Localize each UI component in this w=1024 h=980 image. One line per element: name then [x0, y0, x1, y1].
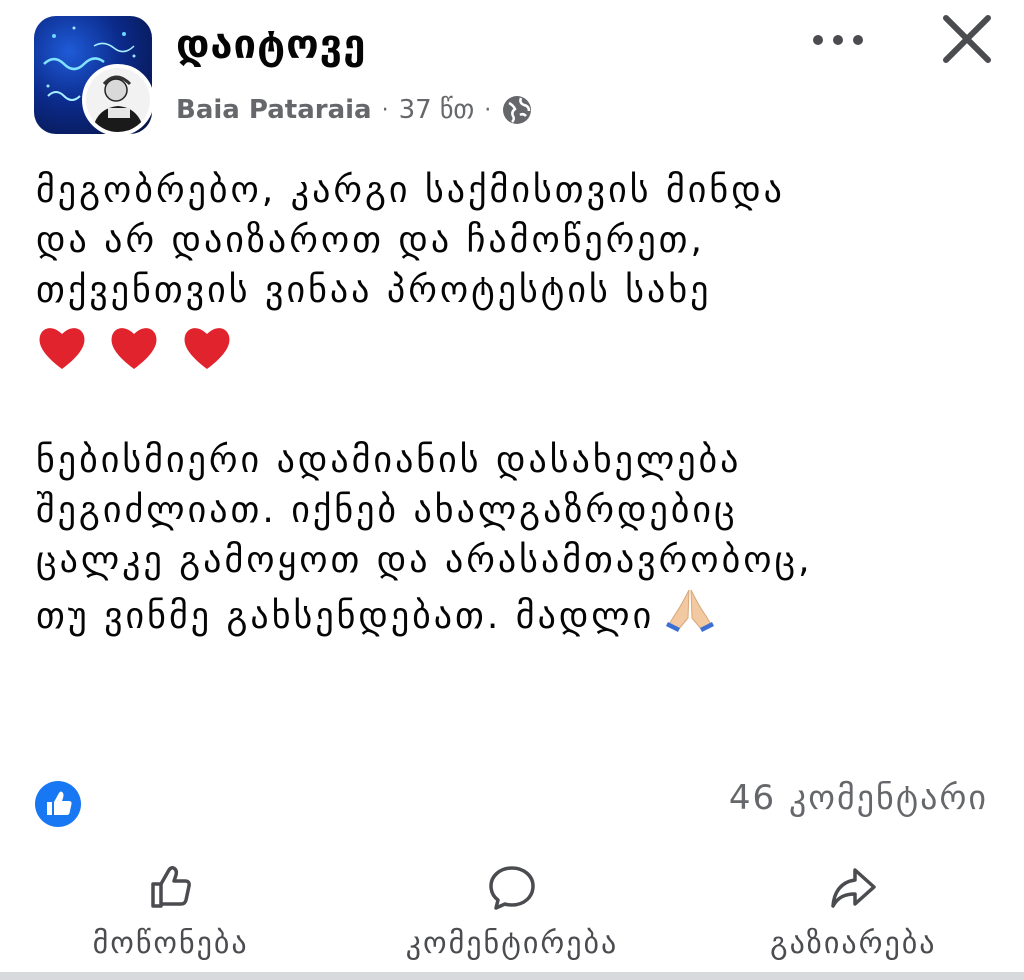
meta-separator: ·: [484, 97, 492, 123]
share-button[interactable]: გაზიარება: [703, 852, 1003, 964]
close-icon[interactable]: [938, 10, 996, 68]
like-label: მოწონება: [92, 926, 249, 961]
post-time[interactable]: 37 წთ: [399, 95, 475, 125]
post-text-line: ცალკე გამოყოთ და არასამთავრობოც,: [36, 540, 813, 581]
globe-icon: [501, 94, 533, 126]
post-body: მეგობრებო, კარგი საქმისთვის მინდა და არ …: [36, 166, 996, 637]
avatar-group[interactable]: [34, 16, 154, 136]
post-text-line: შეგიძლიათ. იქნებ ახალგაზრდებიც: [36, 490, 738, 531]
share-label: გაზიარება: [770, 926, 937, 961]
post-text-line: თუ ვინმე გახსენდებათ. მადლი: [36, 596, 655, 637]
post-text-line: ნებისმიერი ადამიანის დასახელება: [36, 440, 742, 481]
more-options-icon[interactable]: [808, 22, 868, 58]
post-meta: Baia Pataraia · 37 წთ ·: [176, 92, 533, 128]
heart-icon: [184, 328, 230, 369]
post-text-line: მეგობრებო, კარგი საქმისთვის მინდა: [36, 170, 785, 211]
post-actions: მოწონება კომენტირება გაზიარება: [0, 852, 1024, 964]
author-name[interactable]: Baia Pataraia: [176, 95, 372, 125]
meta-separator: ·: [381, 97, 389, 123]
comment-icon: [489, 866, 535, 910]
hearts-row: [36, 322, 996, 386]
post-text-line: თქვენთვის ვინაა პროტესტის სახე: [36, 270, 712, 311]
pray-icon: [666, 589, 715, 632]
post-text-line: და არ დაიზაროთ და ჩამოწერეთ,: [36, 220, 705, 261]
comment-label: კომენტირება: [405, 926, 619, 961]
bottom-divider: [0, 972, 1024, 980]
like-reaction-icon[interactable]: [34, 780, 82, 828]
like-button[interactable]: მოწონება: [21, 852, 321, 964]
heart-icon: [39, 328, 85, 369]
post-header: დაიტოვე Baia Pataraia · 37 წთ ·: [0, 0, 1024, 150]
share-icon: [831, 868, 877, 908]
comments-count[interactable]: 46 კომენტარი: [729, 778, 988, 818]
comment-button[interactable]: კომენტირება: [362, 852, 662, 964]
heart-icon: [111, 328, 157, 369]
group-name[interactable]: დაიტოვე: [176, 22, 366, 68]
post-text-line-last: თუ ვინმე გახსენდებათ. მადლი: [36, 586, 996, 637]
author-avatar[interactable]: [82, 64, 154, 136]
like-icon: [150, 865, 191, 908]
